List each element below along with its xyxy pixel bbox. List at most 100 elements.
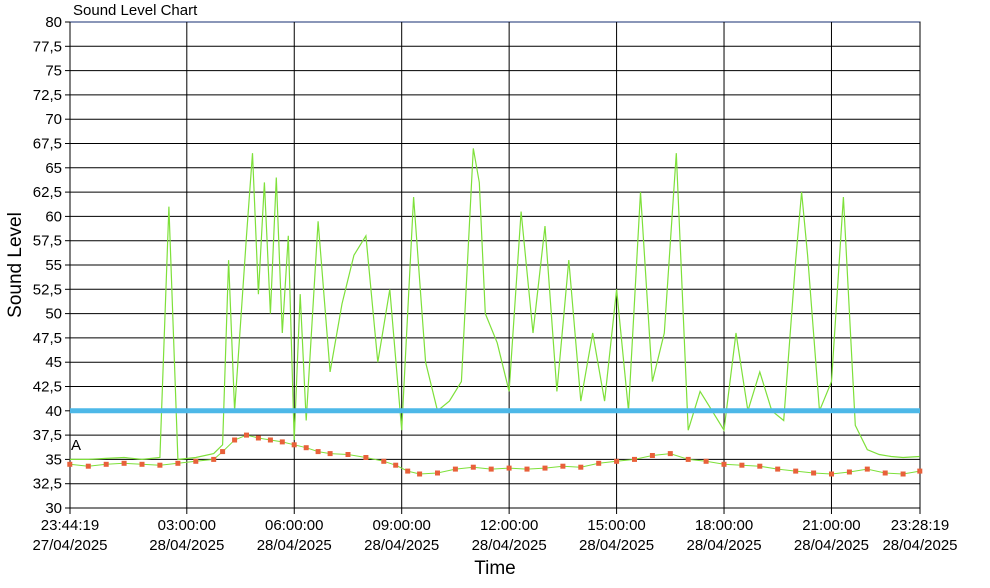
series-marker xyxy=(470,464,476,470)
y-tick-label: 80 xyxy=(45,14,62,31)
y-tick-label: 37,5 xyxy=(33,427,62,444)
y-tick-label: 42,5 xyxy=(33,379,62,396)
annotation-marker: A xyxy=(71,437,81,454)
y-tick-label: 55 xyxy=(45,257,62,274)
y-tick-label: 77,5 xyxy=(33,38,62,55)
series-marker xyxy=(345,452,351,457)
x-tick-time: 12:00:00 xyxy=(480,517,538,534)
y-tick-label: 30 xyxy=(45,500,62,517)
x-tick-date: 27/04/2025 xyxy=(32,537,107,554)
y-tick-label: 72,5 xyxy=(33,87,62,104)
sound-level-chart: 30 32,5 35 37,5 40 42,5 45 47,5 50 52,5 55 57,5 60 62… xyxy=(5,14,958,579)
series-marker xyxy=(882,470,888,476)
y-axis-ticks: 30 32,5 35 37,5 40 42,5 45 47,5 50 52,5 55 57,5 60 62… xyxy=(33,14,70,517)
series-marker xyxy=(506,465,512,471)
series-marker xyxy=(393,462,399,468)
y-tick-label: 40 xyxy=(45,403,62,420)
series-marker xyxy=(417,471,423,477)
series-marker xyxy=(775,466,781,472)
y-tick-label: 32,5 xyxy=(33,476,62,493)
series-marker xyxy=(303,445,309,451)
x-tick-date: 28/04/2025 xyxy=(257,537,332,554)
series-marker xyxy=(757,463,763,469)
series-marker xyxy=(649,453,655,458)
x-tick-date: 28/04/2025 xyxy=(472,537,547,554)
series-marker xyxy=(685,456,691,462)
series-marker xyxy=(435,470,440,476)
series-marker xyxy=(864,466,870,472)
series-marker xyxy=(193,458,199,464)
x-tick-date: 28/04/2025 xyxy=(149,537,224,554)
x-tick-date: 28/04/2025 xyxy=(794,537,869,554)
y-tick-label: 70 xyxy=(45,111,62,128)
x-axis-ticks: 23:44:19 27/04/2025 03:00:00 28/04/2025 06:0… xyxy=(32,508,958,554)
x-tick-date: 28/04/2025 xyxy=(686,537,761,554)
series-marker xyxy=(363,455,369,460)
x-tick-time: 21:00:00 xyxy=(802,517,860,534)
series-marker xyxy=(220,449,226,455)
y-tick-label: 67,5 xyxy=(33,136,62,153)
series-line-min xyxy=(69,434,920,475)
series-marker xyxy=(244,432,249,438)
x-tick-date: 28/04/2025 xyxy=(364,537,439,554)
series-marker xyxy=(175,460,181,466)
series-marker xyxy=(542,465,548,471)
series-marker xyxy=(900,471,906,477)
series-marker xyxy=(232,437,238,443)
series-marker xyxy=(721,461,727,467)
y-tick-label: 65 xyxy=(45,160,62,177)
series xyxy=(67,148,923,477)
x-axis-title: Time xyxy=(474,558,516,579)
y-tick-label: 45 xyxy=(45,354,62,371)
series-marker xyxy=(67,461,73,467)
series-marker xyxy=(315,449,321,455)
series-marker xyxy=(121,460,127,466)
x-tick-time: 06:00:00 xyxy=(265,517,323,534)
series-marker xyxy=(405,468,411,474)
series-marker xyxy=(157,462,163,468)
series-marker xyxy=(488,466,494,472)
series-marker xyxy=(667,451,673,457)
x-tick-time: 09:00:00 xyxy=(372,517,430,534)
series-marker xyxy=(703,458,709,464)
y-tick-label: 75 xyxy=(45,63,62,80)
series-marker xyxy=(524,466,530,472)
series-marker xyxy=(614,458,620,464)
y-tick-label: 60 xyxy=(45,208,62,225)
series-marker xyxy=(917,468,923,474)
series-marker xyxy=(596,460,602,466)
series-marker xyxy=(381,458,387,464)
series-marker xyxy=(829,471,834,477)
series-marker xyxy=(211,456,217,462)
series-marker xyxy=(255,435,261,441)
x-tick-date: 28/04/2025 xyxy=(579,537,654,554)
series-marker xyxy=(739,462,745,468)
series-marker xyxy=(327,451,333,457)
y-tick-label: 57,5 xyxy=(33,233,62,250)
y-tick-label: 47,5 xyxy=(33,330,62,347)
series-marker xyxy=(846,469,852,475)
series-marker xyxy=(85,463,91,469)
series-marker xyxy=(139,461,145,467)
series-marker xyxy=(793,468,799,474)
x-tick-time: 18:00:00 xyxy=(695,517,753,534)
series-marker xyxy=(452,466,458,472)
x-tick-time: 23:28:19 xyxy=(891,517,949,534)
y-tick-label: 50 xyxy=(45,306,62,323)
series-marker xyxy=(811,470,817,476)
x-tick-time: 03:00:00 xyxy=(158,517,216,534)
y-tick-label: 35 xyxy=(45,451,62,468)
y-tick-label: 52,5 xyxy=(33,281,62,298)
x-tick-date: 28/04/2025 xyxy=(882,537,957,554)
x-tick-time: 23:44:19 xyxy=(41,517,99,534)
series-marker xyxy=(103,461,109,467)
series-marker xyxy=(632,456,637,462)
series-marker xyxy=(578,464,584,470)
y-axis-title: Sound Level xyxy=(5,212,26,318)
x-tick-time: 15:00:00 xyxy=(587,517,645,534)
series-marker xyxy=(279,439,285,445)
series-marker xyxy=(267,437,273,443)
series-marker xyxy=(291,442,297,448)
y-tick-label: 62,5 xyxy=(33,184,62,201)
grid xyxy=(69,21,921,509)
